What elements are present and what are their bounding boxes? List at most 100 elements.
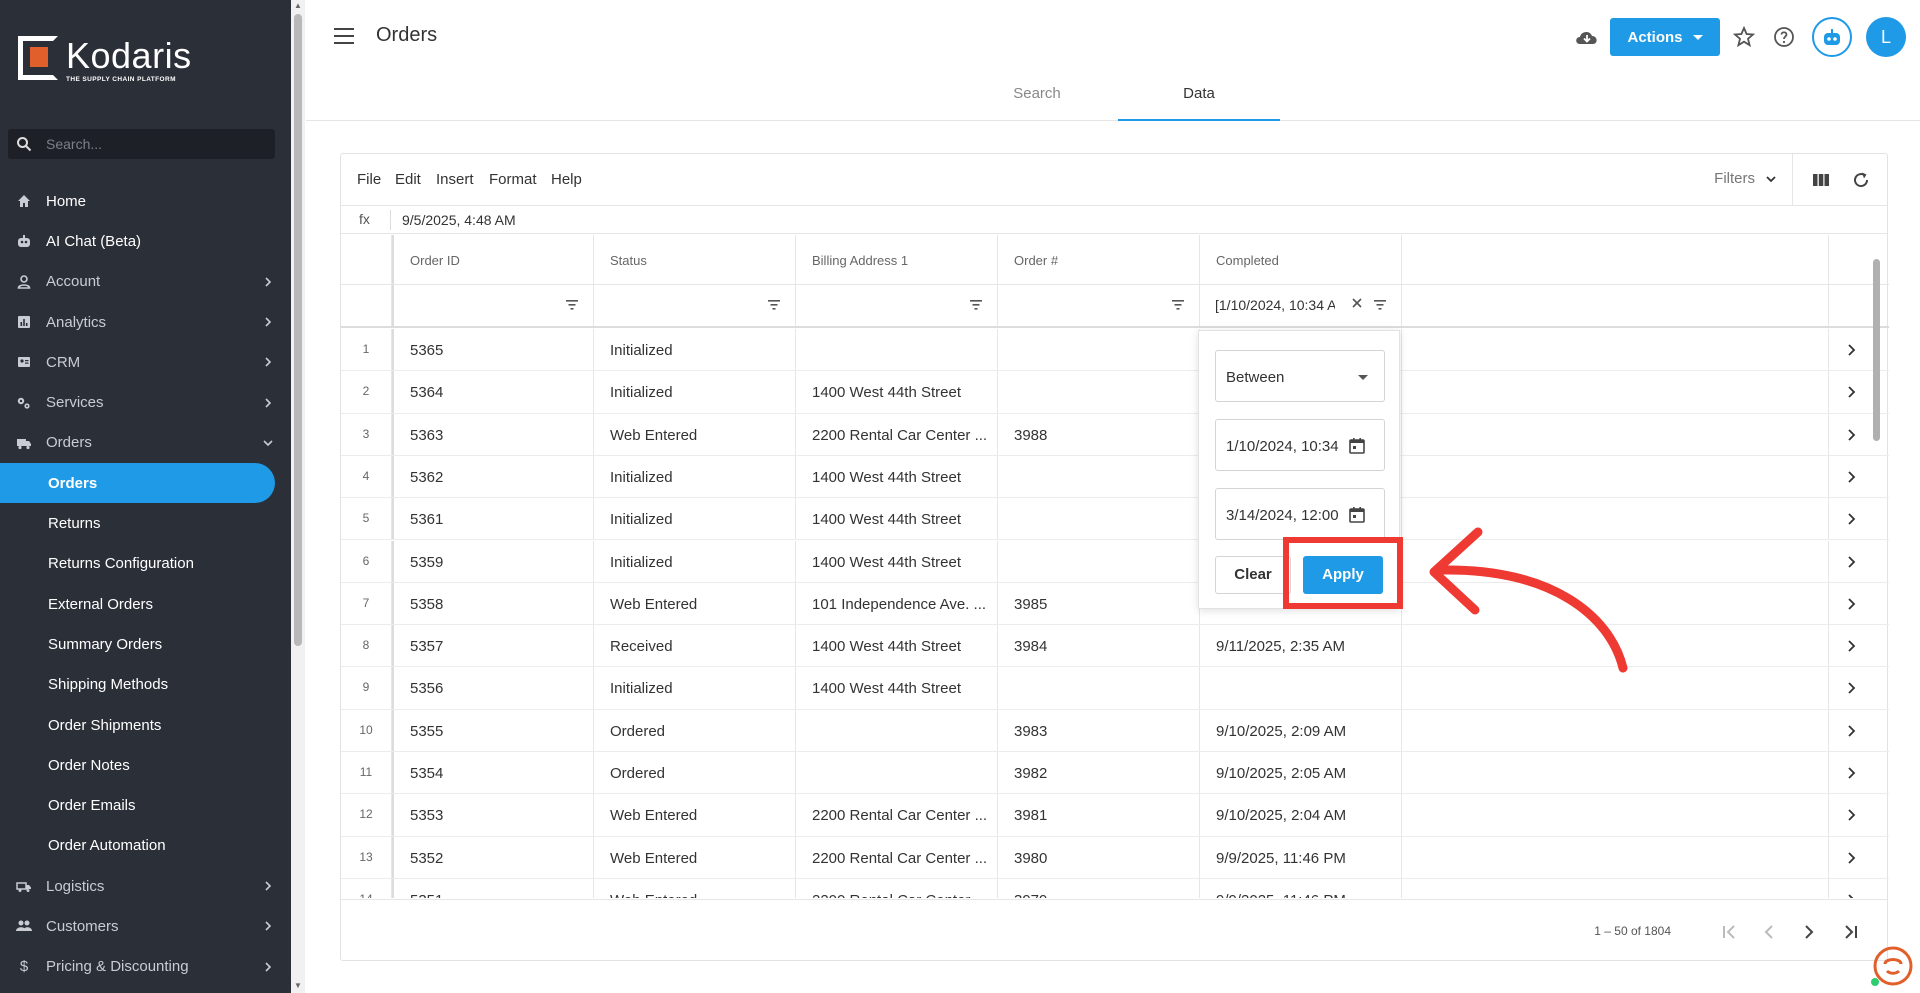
table-row[interactable]: 4 5362 Initialized 1400 West 44th Street [341,455,1889,499]
chevron-right-icon[interactable] [1845,555,1857,569]
cell-billing-address[interactable]: 1400 West 44th Street [796,371,998,413]
cell-order-number[interactable] [998,540,1200,582]
sidebar-item-logistics[interactable]: Logistics [0,866,291,906]
sidebar-item-home[interactable]: Home [0,181,291,221]
column-header-completed[interactable]: Completed [1200,235,1402,284]
cell-order-id[interactable]: 5362 [392,455,594,498]
cell-status[interactable]: Ordered [594,752,796,794]
scroll-up-icon[interactable]: ▲ [294,2,302,10]
actions-button[interactable]: Actions [1610,18,1720,56]
avatar[interactable]: L [1866,17,1906,57]
filter-billing-address[interactable] [796,285,998,326]
table-row[interactable]: 13 5352 Web Entered 2200 Rental Car Center … [341,836,1889,879]
cell-billing-address[interactable]: 1400 West 44th Street [796,540,998,582]
chevron-right-icon[interactable] [1845,766,1857,780]
cell-status[interactable]: Initialized [594,329,796,371]
table-row[interactable]: 3 5363 Web Entered 2200 Rental Car Center .… [341,413,1889,456]
cell-billing-address[interactable]: 1400 West 44th Street [796,498,998,540]
cell-billing-address[interactable]: 1400 West 44th Street [796,625,998,667]
filter-order-number[interactable] [998,285,1200,326]
formula-value[interactable]: 9/5/2025, 4:48 AM [402,212,516,228]
filter-from-date-input[interactable]: 1/10/2024, 10:34 [1215,419,1385,471]
cell-completed[interactable] [1200,667,1402,709]
table-row[interactable]: 7 5358 Web Entered 101 Independence Ave. ..… [341,582,1889,626]
menu-file[interactable]: File [357,171,381,188]
cell-order-number[interactable] [998,371,1200,413]
chevron-right-icon[interactable] [1845,597,1857,611]
filters-dropdown[interactable]: Filters [1714,170,1777,187]
close-icon[interactable] [1351,297,1363,309]
sidebar-subitem-returns[interactable]: Returns [0,503,291,543]
sidebar-item-orders[interactable]: Orders [0,423,291,463]
chevron-right-icon[interactable] [1845,639,1857,653]
sidebar-item-ai-chat[interactable]: AI Chat (Beta) [0,221,291,261]
cell-order-number[interactable]: 3980 [998,836,1200,878]
filter-status[interactable] [594,285,796,326]
table-row[interactable]: 8 5357 Received 1400 West 44th Street 3984 9/… [341,625,1889,668]
menu-help[interactable]: Help [551,171,582,188]
cell-status[interactable]: Web Entered [594,836,796,878]
star-icon[interactable] [1732,25,1756,49]
sidebar-item-customers[interactable]: Customers [0,906,291,946]
table-row[interactable]: 6 5359 Initialized 1400 West 44th Street [341,540,1889,583]
cell-order-id[interactable]: 5357 [392,625,594,667]
cell-status[interactable]: Initialized [594,667,796,709]
scroll-down-icon[interactable]: ▼ [294,982,302,990]
cell-order-number[interactable]: 3985 [998,582,1200,625]
menu-insert[interactable]: Insert [436,171,474,188]
sidebar-subitem-summary-orders[interactable]: Summary Orders [0,624,291,664]
cell-order-id[interactable]: 5351 [392,878,594,898]
cell-order-id[interactable]: 5364 [392,371,594,413]
cell-order-id[interactable]: 5365 [392,329,594,371]
table-row[interactable]: 12 5353 Web Entered 2200 Rental Car Center … [341,794,1889,837]
sidebar-subitem-external-orders[interactable]: External Orders [0,584,291,624]
tab-data[interactable]: Data [1118,80,1280,121]
sidebar-item-analytics[interactable]: Analytics [0,302,291,342]
help-icon[interactable] [1772,25,1796,49]
chevron-right-icon[interactable] [1845,808,1857,822]
chevron-right-icon[interactable] [1845,851,1857,865]
refresh-icon[interactable] [1851,170,1871,190]
support-chat-icon[interactable] [1869,944,1913,988]
cell-completed[interactable]: 9/9/2025, 11:46 PM [1200,836,1402,878]
sidebar-subitem-returns-configuration[interactable]: Returns Configuration [0,544,291,584]
ai-assistant-button[interactable] [1812,17,1852,57]
next-page-icon[interactable] [1797,920,1821,944]
filter-to-date-input[interactable]: 3/14/2024, 12:00 [1215,488,1385,540]
cell-order-number[interactable]: 3988 [998,413,1200,455]
cell-completed[interactable]: 9/10/2025, 2:05 AM [1200,752,1402,794]
sidebar-subitem-order-emails[interactable]: Order Emails [0,785,291,825]
chevron-right-icon[interactable] [1845,470,1857,484]
scrollbar-thumb[interactable] [294,14,302,646]
cell-order-number[interactable]: 3983 [998,709,1200,751]
column-header-order-number[interactable]: Order # [998,235,1200,284]
cell-order-number[interactable]: 3979 [998,878,1200,898]
cell-order-number[interactable] [998,667,1200,709]
sidebar-item-account[interactable]: Account [0,262,291,302]
cell-completed[interactable]: 9/10/2025, 2:04 AM [1200,794,1402,836]
cell-billing-address[interactable] [796,709,998,751]
cell-order-number[interactable] [998,455,1200,498]
chevron-right-icon[interactable] [1845,724,1857,738]
sidebar-subitem-order-notes[interactable]: Order Notes [0,745,291,785]
menu-edit[interactable]: Edit [395,171,421,188]
sidebar-subitem-shipping-methods[interactable]: Shipping Methods [0,665,291,705]
clear-button[interactable]: Clear [1215,556,1291,594]
filter-icon[interactable] [969,299,983,311]
scrollbar-thumb[interactable] [1873,259,1880,441]
chevron-right-icon[interactable] [1845,681,1857,695]
filter-icon[interactable] [767,299,781,311]
grid-scrollbar[interactable] [1871,251,1883,891]
sidebar-search-input[interactable]: Search... [8,129,275,159]
cell-billing-address[interactable]: 1400 West 44th Street [796,455,998,498]
kodaris-logo[interactable]: Kodaris THE SUPPLY CHAIN PLATFORM [18,36,192,83]
sidebar-scrollbar[interactable]: ▲ ▼ [291,0,305,993]
cell-status[interactable]: Web Entered [594,582,796,625]
cell-status[interactable]: Initialized [594,455,796,498]
cell-billing-address[interactable]: 2200 Rental Car Center ... [796,413,998,455]
calendar-icon[interactable] [1348,506,1366,524]
cell-completed[interactable]: 9/11/2025, 2:35 AM [1200,625,1402,667]
chevron-right-icon[interactable] [1845,512,1857,526]
filter-operator-select[interactable]: Between [1215,350,1385,402]
cell-order-number[interactable] [998,498,1200,540]
